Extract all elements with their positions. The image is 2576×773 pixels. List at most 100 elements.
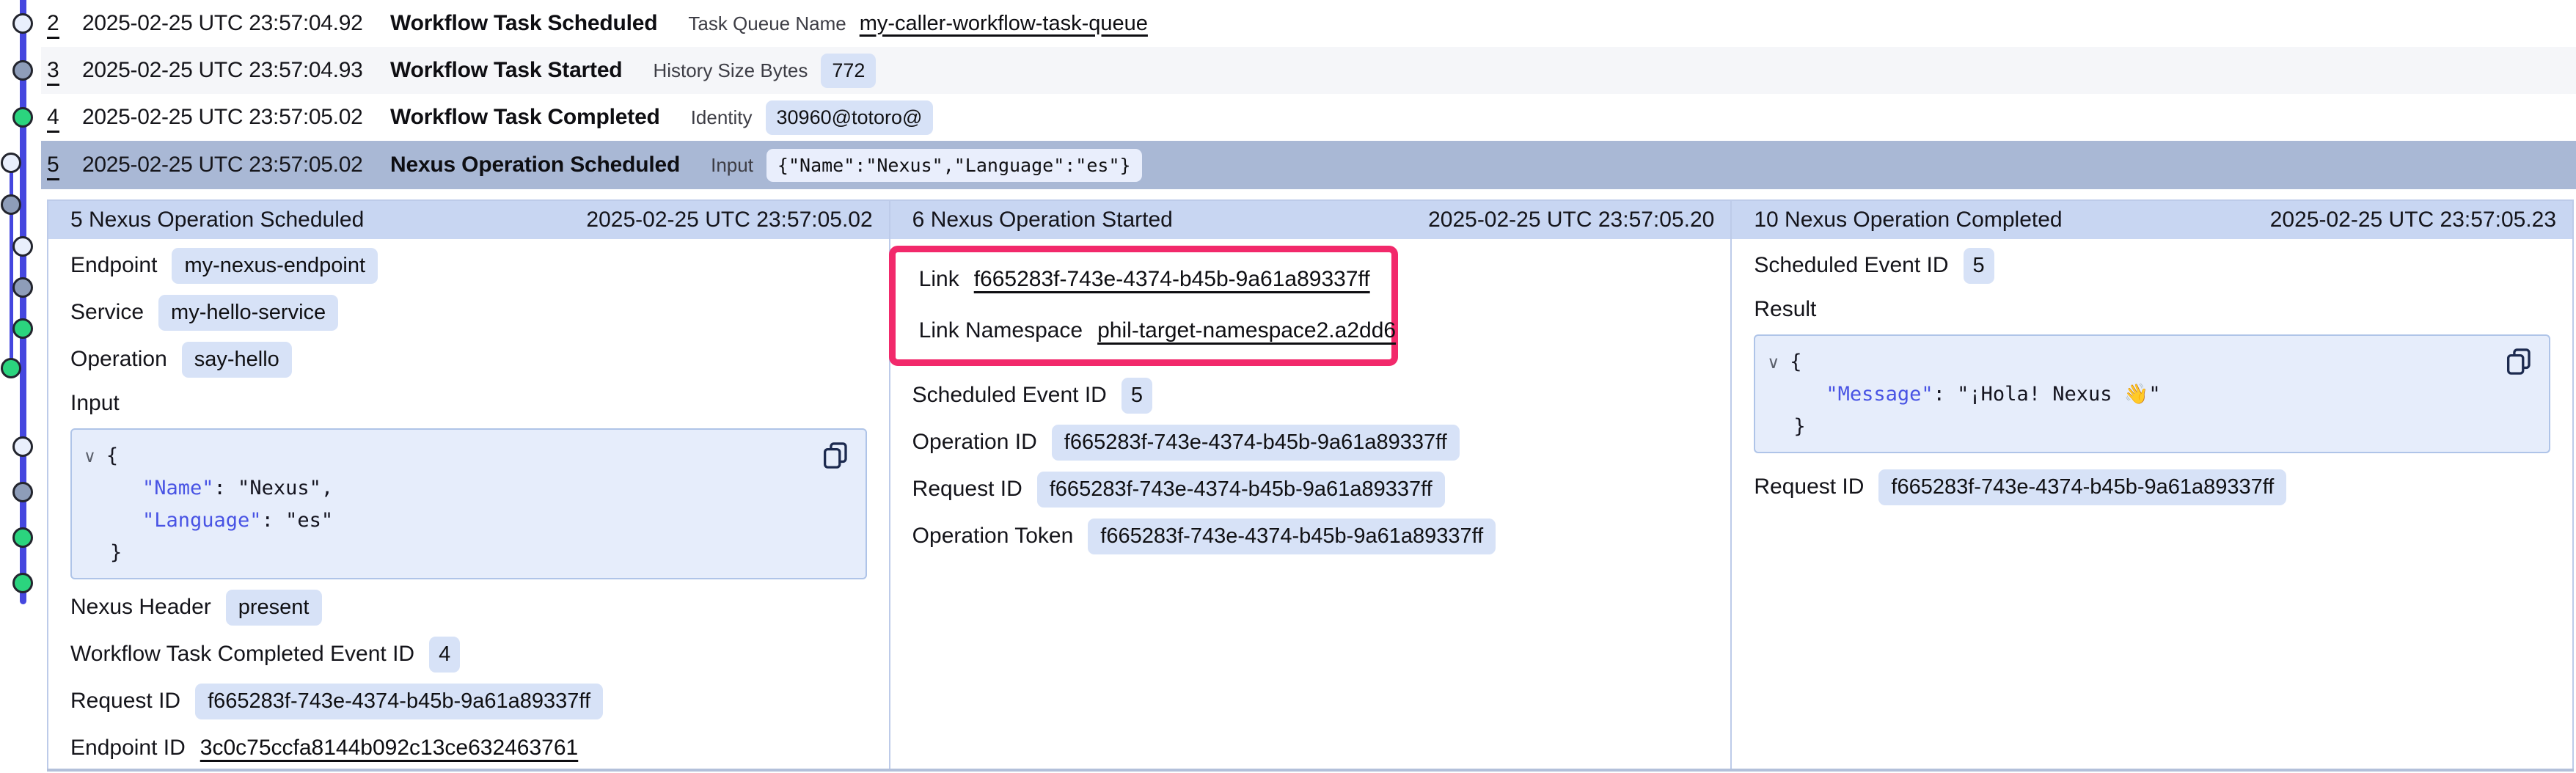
- field-value-badge: 4: [429, 637, 460, 673]
- event-detail-label: History Size Bytes: [653, 59, 808, 82]
- panel-nexus-operation-completed: 10 Nexus Operation Completed 2025-02-25 …: [1730, 199, 2574, 769]
- timeline-marker-started[interactable]: [12, 60, 33, 81]
- copy-icon[interactable]: [2503, 346, 2534, 377]
- timeline-marker-scheduled[interactable]: [12, 13, 33, 34]
- json-brace: }: [1793, 415, 1805, 438]
- event-row[interactable]: 3 2025-02-25 UTC 23:57:04.93 Workflow Ta…: [41, 47, 2576, 94]
- timeline-marker-started[interactable]: [12, 482, 33, 502]
- field-value-badge: f665283f-743e-4374-b45b-9a61a89337ff: [1052, 425, 1460, 461]
- field-label: Scheduled Event ID: [1754, 253, 1948, 278]
- endpoint-id-link[interactable]: 3c0c75ccfa8144b092c13ce632463761: [200, 736, 578, 761]
- event-id-link[interactable]: 3: [47, 58, 82, 83]
- field-nexus-header: Nexus Header present: [70, 584, 867, 631]
- field-label: Link Namespace: [919, 318, 1083, 343]
- event-name: Workflow Task Scheduled: [390, 11, 657, 36]
- temporal-event-history: { "event_list": { "rows": [ { "number": …: [0, 0, 2576, 773]
- link-namespace-link[interactable]: phil-target-namespace2.a2dd6: [1097, 318, 1396, 343]
- event-timeline: [0, 0, 47, 773]
- json-line-open[interactable]: ∨{: [84, 440, 851, 472]
- panel-header: 10 Nexus Operation Completed 2025-02-25 …: [1732, 201, 2572, 239]
- field-scheduled-event-id: Scheduled Event ID 5: [912, 372, 1709, 419]
- event-id-link-text[interactable]: 3: [47, 58, 59, 86]
- json-line-close: }: [84, 537, 851, 569]
- event-detail-badge: {"Name":"Nexus","Language":"es"}: [766, 149, 1142, 182]
- field-value-badge: 5: [1121, 378, 1152, 414]
- field-label: Operation ID: [912, 430, 1037, 455]
- event-id-link[interactable]: 4: [47, 105, 82, 130]
- timeline-marker-completed[interactable]: [12, 107, 33, 128]
- event-name: Nexus Operation Scheduled: [390, 153, 680, 177]
- timeline-marker-scheduled[interactable]: [12, 436, 33, 457]
- event-id-link-text[interactable]: 5: [47, 153, 59, 180]
- panel-timestamp: 2025-02-25 UTC 23:57:05.23: [2270, 208, 2556, 232]
- panel-body: Link f665283f-743e-4374-b45b-9a61a89337f…: [890, 239, 1731, 769]
- panel-timestamp: 2025-02-25 UTC 23:57:05.02: [586, 208, 872, 232]
- input-json-viewer: ∨{ "Name": "Nexus", "Language": "es" }: [70, 428, 867, 579]
- field-label: Request ID: [1754, 475, 1864, 499]
- event-id-link-text[interactable]: 4: [47, 105, 59, 133]
- timeline-marker-started[interactable]: [12, 277, 33, 298]
- timeline-marker-completed[interactable]: [12, 573, 33, 593]
- copy-icon[interactable]: [820, 440, 851, 471]
- event-detail-badge: 772: [821, 54, 876, 88]
- field-label: Endpoint ID: [70, 736, 186, 761]
- panel-body: Scheduled Event ID 5 Result ∨{ "Message"…: [1732, 239, 2572, 769]
- field-workflow-task-completed-event-id: Workflow Task Completed Event ID 4: [70, 631, 867, 678]
- field-value-badge: f665283f-743e-4374-b45b-9a61a89337ff: [1037, 472, 1445, 508]
- panel-body: Endpoint my-nexus-endpoint Service my-he…: [48, 239, 889, 772]
- field-label: Link: [919, 267, 959, 292]
- json-value: : "Nexus",: [214, 477, 334, 499]
- timeline-marker-started[interactable]: [1, 194, 21, 215]
- event-history-rows: 2 2025-02-25 UTC 23:57:04.92 Workflow Ta…: [41, 0, 2576, 189]
- result-json-viewer: ∨{ "Message": "¡Hola! Nexus 👋" }: [1754, 334, 2550, 453]
- field-value-badge: f665283f-743e-4374-b45b-9a61a89337ff: [195, 684, 603, 719]
- input-section-label: Input: [70, 383, 867, 424]
- panel-title: 5 Nexus Operation Scheduled: [70, 208, 364, 232]
- event-id-link[interactable]: 2: [47, 11, 82, 36]
- json-brace: {: [1790, 351, 1801, 373]
- field-label: Operation: [70, 347, 167, 372]
- event-row[interactable]: 4 2025-02-25 UTC 23:57:05.02 Workflow Ta…: [41, 94, 2576, 141]
- field-request-id: Request ID f665283f-743e-4374-b45b-9a61a…: [912, 466, 1709, 513]
- timeline-marker-completed[interactable]: [1, 358, 21, 378]
- chevron-down-icon[interactable]: ∨: [84, 447, 96, 466]
- json-key: "Name": [142, 477, 214, 499]
- event-timestamp: 2025-02-25 UTC 23:57:04.92: [82, 11, 390, 36]
- highlight-box: Link f665283f-743e-4374-b45b-9a61a89337f…: [889, 246, 1398, 366]
- timeline-marker-scheduled[interactable]: [12, 236, 33, 257]
- event-row-selected[interactable]: 5 2025-02-25 UTC 23:57:05.02 Nexus Opera…: [41, 141, 2576, 189]
- timeline-marker-scheduled[interactable]: [1, 153, 21, 173]
- task-queue-link[interactable]: my-caller-workflow-task-queue: [860, 12, 1148, 35]
- json-value: : "es": [262, 509, 334, 532]
- field-label: Workflow Task Completed Event ID: [70, 642, 414, 667]
- field-request-id: Request ID f665283f-743e-4374-b45b-9a61a…: [70, 678, 867, 725]
- field-label: Request ID: [912, 477, 1022, 502]
- event-id-link[interactable]: 5: [47, 153, 82, 177]
- field-value-badge: say-hello: [182, 342, 292, 378]
- link-value-link[interactable]: f665283f-743e-4374-b45b-9a61a89337ff: [974, 267, 1370, 292]
- json-brace: {: [106, 444, 118, 467]
- event-detail-value[interactable]: my-caller-workflow-task-queue: [860, 12, 1148, 36]
- event-row[interactable]: 2 2025-02-25 UTC 23:57:04.92 Workflow Ta…: [41, 0, 2576, 47]
- field-service: Service my-hello-service: [70, 289, 867, 336]
- json-line-open[interactable]: ∨{: [1767, 346, 2534, 378]
- event-detail-label: Input: [711, 154, 753, 177]
- field-label: Endpoint: [70, 253, 157, 278]
- panel-header: 6 Nexus Operation Started 2025-02-25 UTC…: [890, 201, 1731, 239]
- event-name: Workflow Task Completed: [390, 105, 660, 130]
- event-timestamp: 2025-02-25 UTC 23:57:05.02: [82, 153, 390, 177]
- field-operation-token: Operation Token f665283f-743e-4374-b45b-…: [912, 513, 1709, 560]
- chevron-down-icon[interactable]: ∨: [1767, 353, 1779, 372]
- panel-nexus-operation-started: 6 Nexus Operation Started 2025-02-25 UTC…: [889, 199, 1731, 769]
- panel-nexus-operation-scheduled: 5 Nexus Operation Scheduled 2025-02-25 U…: [47, 199, 889, 769]
- field-label: Nexus Header: [70, 595, 211, 620]
- field-value-badge: present: [226, 590, 322, 626]
- field-link: Link f665283f-743e-4374-b45b-9a61a89337f…: [919, 254, 1391, 305]
- panel-title: 6 Nexus Operation Started: [912, 208, 1173, 232]
- result-section-label: Result: [1754, 289, 2550, 330]
- json-value: : "¡Hola! Nexus 👋": [1933, 383, 2161, 406]
- event-detail-panels: 5 Nexus Operation Scheduled 2025-02-25 U…: [47, 199, 2574, 772]
- timeline-marker-completed[interactable]: [12, 527, 33, 548]
- event-id-link-text[interactable]: 2: [47, 11, 59, 39]
- timeline-marker-completed[interactable]: [12, 318, 33, 339]
